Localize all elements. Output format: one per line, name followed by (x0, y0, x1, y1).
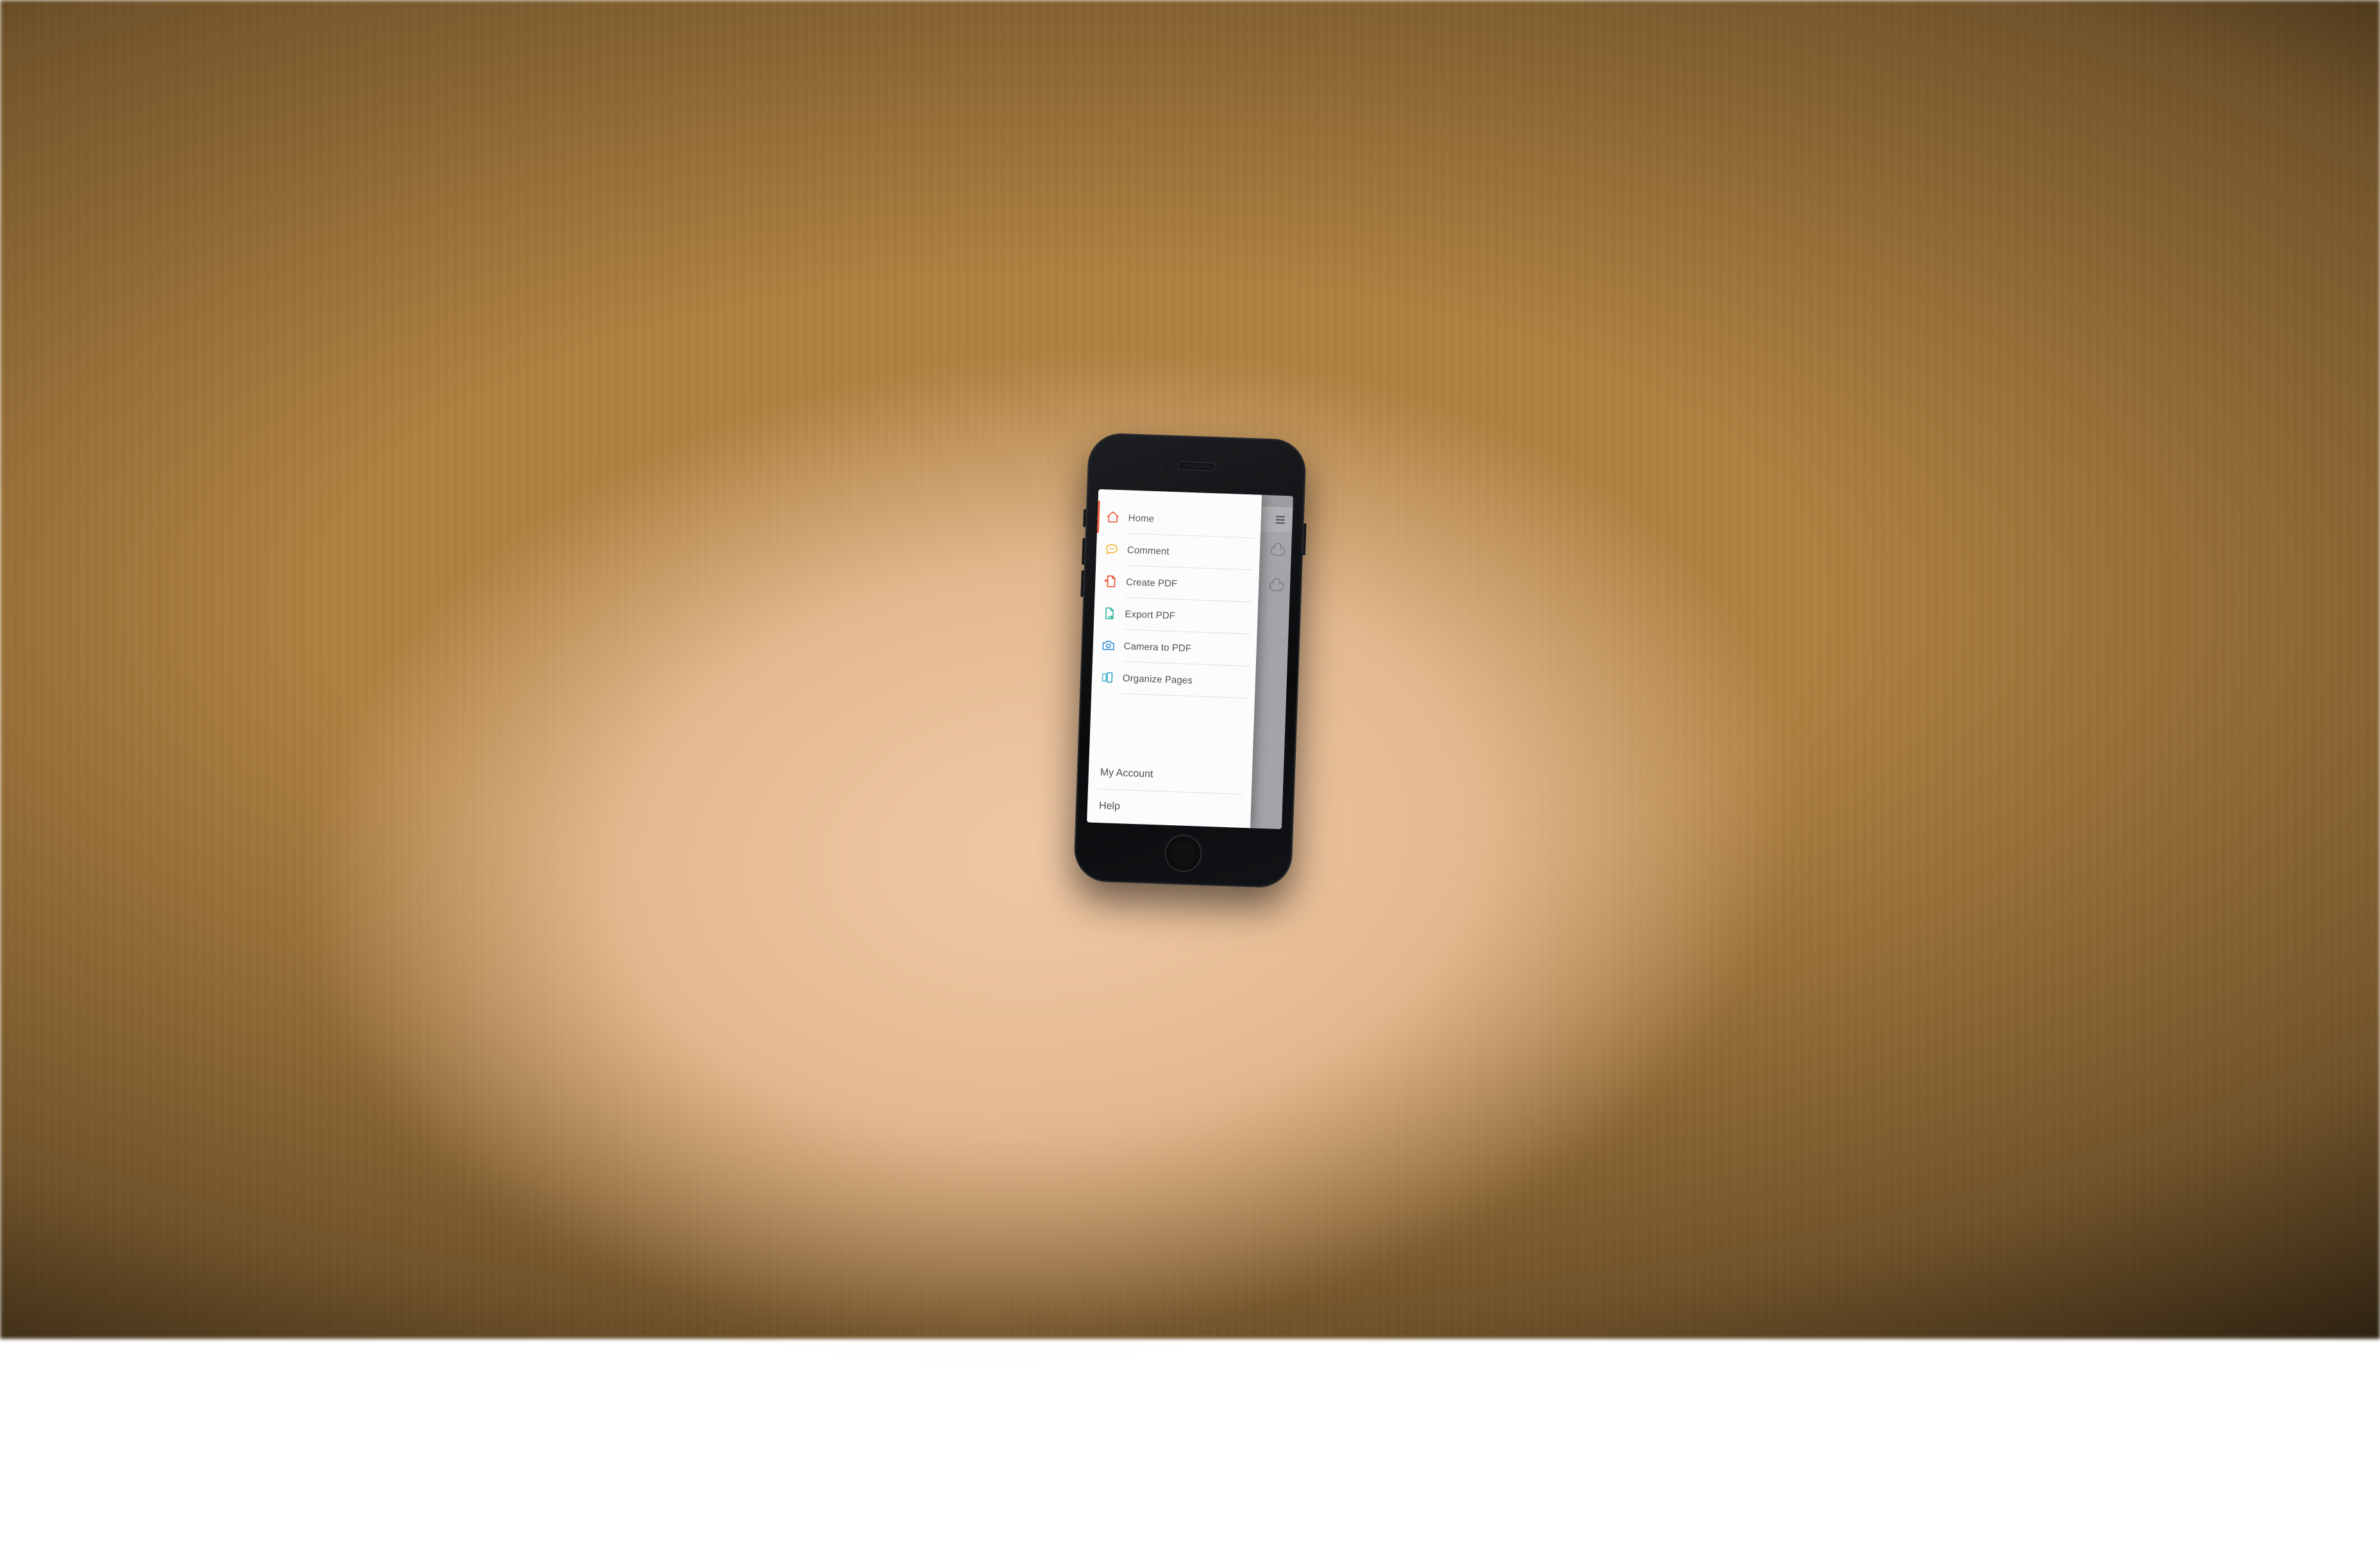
menu-item-label: Home (1128, 512, 1154, 524)
phone-screen: Home Comment (1087, 489, 1293, 829)
phone-mute-switch (1083, 509, 1086, 527)
menu-item-label: Create PDF (1126, 576, 1178, 589)
organize-icon (1092, 670, 1123, 685)
phone-volume-down (1080, 570, 1084, 597)
export-icon (1094, 606, 1125, 621)
navigation-drawer: Home Comment (1087, 489, 1262, 828)
menu-item-organize-pages[interactable]: Organize Pages (1091, 661, 1256, 699)
footer-label: My Account (1100, 767, 1153, 780)
menu-item-help[interactable]: Help (1087, 789, 1252, 828)
menu-item-label: Comment (1127, 544, 1169, 557)
menu-item-my-account[interactable]: My Account (1088, 756, 1253, 795)
phone-volume-up (1082, 538, 1085, 565)
menu-item-label: Export PDF (1125, 609, 1175, 621)
comment-icon (1096, 542, 1128, 557)
menu-item-export-pdf[interactable]: Export PDF (1094, 597, 1259, 635)
drawer-menu: Home Comment (1091, 501, 1262, 699)
phone-home-button[interactable] (1164, 834, 1203, 873)
menu-item-comment[interactable]: Comment (1096, 533, 1261, 571)
footer-label: Help (1099, 800, 1121, 812)
camera-icon (1093, 638, 1124, 653)
menu-item-home[interactable]: Home (1097, 501, 1262, 539)
menu-item-label: Camera to PDF (1123, 641, 1191, 654)
phone-earpiece (1178, 462, 1214, 470)
menu-item-label: Organize Pages (1123, 673, 1193, 686)
phone-device: Home Comment (1073, 432, 1307, 888)
menu-item-camera-to-pdf[interactable]: Camera to PDF (1093, 629, 1257, 667)
menu-item-create-pdf[interactable]: Create PDF (1094, 565, 1259, 603)
file-plus-icon (1095, 574, 1127, 589)
drawer-spacer (1089, 693, 1255, 762)
phone-front-camera (1158, 463, 1164, 469)
home-icon (1097, 510, 1128, 525)
